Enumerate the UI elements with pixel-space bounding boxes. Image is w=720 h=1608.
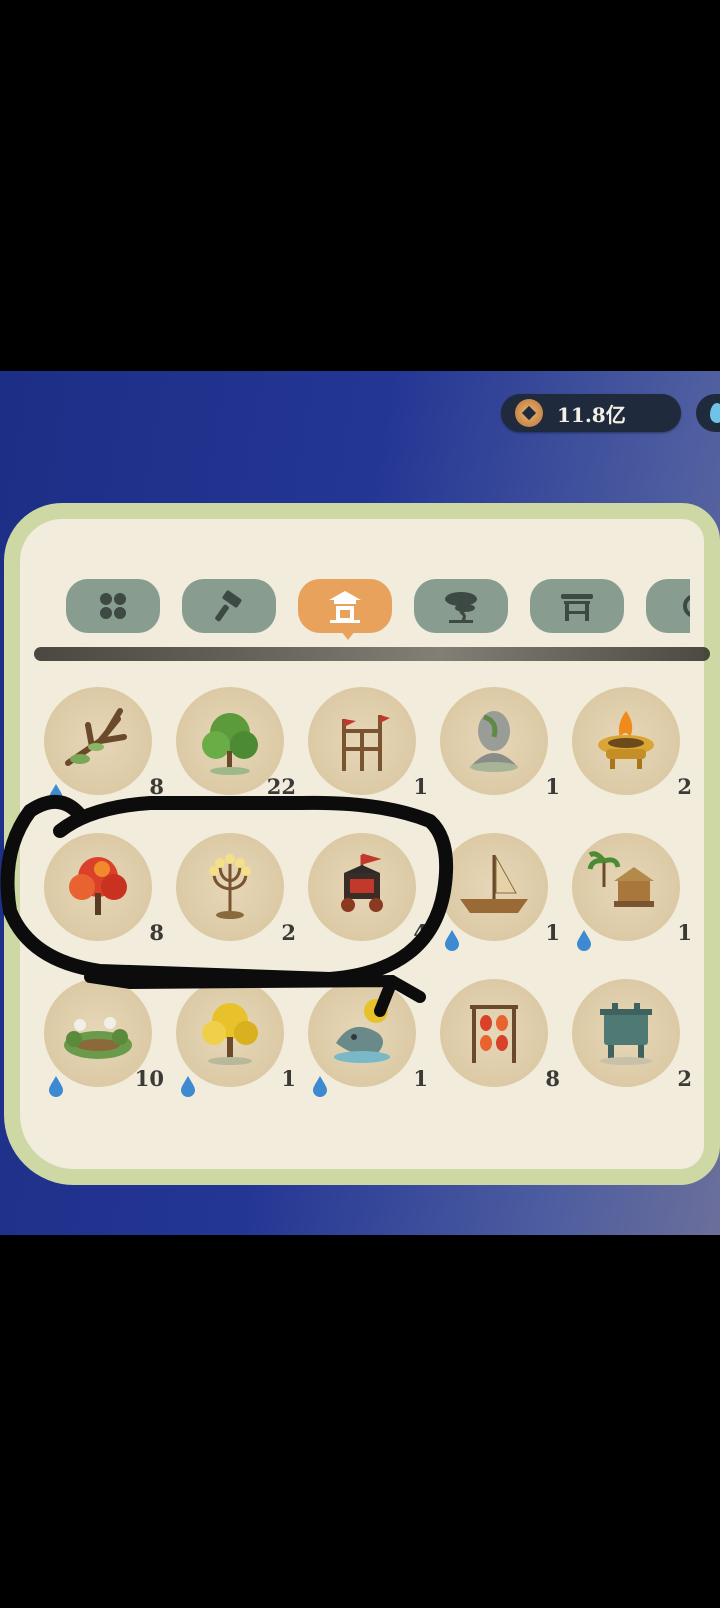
water-drop-icon — [313, 1076, 327, 1097]
lamp-stand-icon — [209, 854, 251, 919]
item-count: 8 — [149, 774, 164, 799]
secondary-currency-display[interactable] — [696, 394, 720, 432]
item-stone-statue[interactable]: 1 — [440, 687, 560, 799]
tab-partial[interactable] — [646, 579, 690, 633]
tab-all[interactable] — [66, 579, 160, 633]
tab-furniture[interactable] — [530, 579, 624, 633]
item-count: 1 — [413, 1066, 428, 1091]
item-lantern-rack[interactable]: 8 — [440, 979, 560, 1091]
flag-frame-icon — [342, 715, 390, 771]
whale-fountain-icon — [334, 999, 390, 1063]
water-drop-icon — [49, 784, 63, 805]
item-festival-cart[interactable]: 4 — [308, 833, 428, 945]
currency-display[interactable]: 11.8亿 — [501, 394, 681, 432]
tab-shrine[interactable] — [298, 579, 392, 633]
shrine-icon — [329, 591, 361, 623]
all-categories-icon — [100, 593, 126, 619]
sailboat-icon — [460, 855, 528, 913]
item-green-bush[interactable]: 22 — [176, 687, 296, 799]
item-whale-fountain[interactable]: 1 — [308, 979, 428, 1097]
item-count: 1 — [545, 920, 560, 945]
item-red-maple-tree[interactable]: 8 — [44, 833, 164, 945]
item-count: 2 — [281, 920, 296, 945]
item-count: 2 — [677, 1066, 692, 1091]
lotus-pond-icon — [64, 1017, 132, 1059]
item-count: 4 — [413, 920, 428, 945]
red-maple-tree-icon — [69, 857, 127, 915]
stone-statue-icon — [470, 711, 518, 772]
tab-plants[interactable] — [414, 579, 508, 633]
category-tab-bar — [66, 579, 690, 635]
currency-amount: 11.8亿 — [557, 402, 626, 427]
item-count: 8 — [149, 920, 164, 945]
tab-tools[interactable] — [182, 579, 276, 633]
ink-divider — [34, 647, 710, 661]
game-screen: 11.8亿 8 22 1 1 2 8 2 4 1 1 10 1 1 8 2 — [0, 371, 720, 1235]
item-bronze-cauldron[interactable]: 2 — [572, 979, 692, 1091]
water-drop-icon — [49, 1076, 63, 1097]
item-count: 22 — [266, 774, 296, 799]
green-bush-icon — [202, 713, 258, 775]
item-sailboat[interactable]: 1 — [440, 833, 560, 951]
water-drop-icon — [181, 1076, 195, 1097]
hammer-icon — [215, 590, 242, 622]
item-count: 1 — [413, 774, 428, 799]
bronze-cauldron-icon — [600, 1003, 652, 1065]
fire-brazier-icon — [598, 711, 654, 769]
water-drop-icon — [445, 930, 459, 951]
partial-tab-icon — [683, 595, 690, 617]
item-lotus-pond[interactable]: 10 — [44, 979, 164, 1097]
item-ginkgo-tree[interactable]: 1 — [176, 979, 296, 1097]
active-tab-pointer — [341, 631, 355, 640]
item-withered-tree[interactable]: 8 — [44, 687, 164, 805]
item-count: 1 — [677, 920, 692, 945]
withered-tree-icon — [65, 708, 127, 766]
ginkgo-tree-icon — [202, 1003, 258, 1065]
item-palm-hut[interactable]: 1 — [572, 833, 692, 951]
item-lamp-stand[interactable]: 2 — [176, 833, 296, 945]
item-count: 8 — [545, 1066, 560, 1091]
item-fire-brazier[interactable]: 2 — [572, 687, 692, 799]
item-count: 1 — [281, 1066, 296, 1091]
water-drop-icon — [577, 930, 591, 951]
copper-coin-icon — [515, 399, 543, 427]
item-count: 2 — [677, 774, 692, 799]
palm-hut-icon — [587, 851, 654, 907]
bonsai-tree-icon — [445, 592, 477, 623]
festival-cart-icon — [341, 853, 383, 912]
item-count: 10 — [134, 1066, 164, 1091]
item-count: 1 — [545, 774, 560, 799]
pavilion-icon — [561, 594, 593, 621]
lantern-rack-icon — [470, 1005, 518, 1063]
inventory-panel: 8 22 1 1 2 8 2 4 1 1 10 1 1 8 2 — [4, 503, 720, 1185]
item-flag-frame[interactable]: 1 — [308, 687, 428, 799]
